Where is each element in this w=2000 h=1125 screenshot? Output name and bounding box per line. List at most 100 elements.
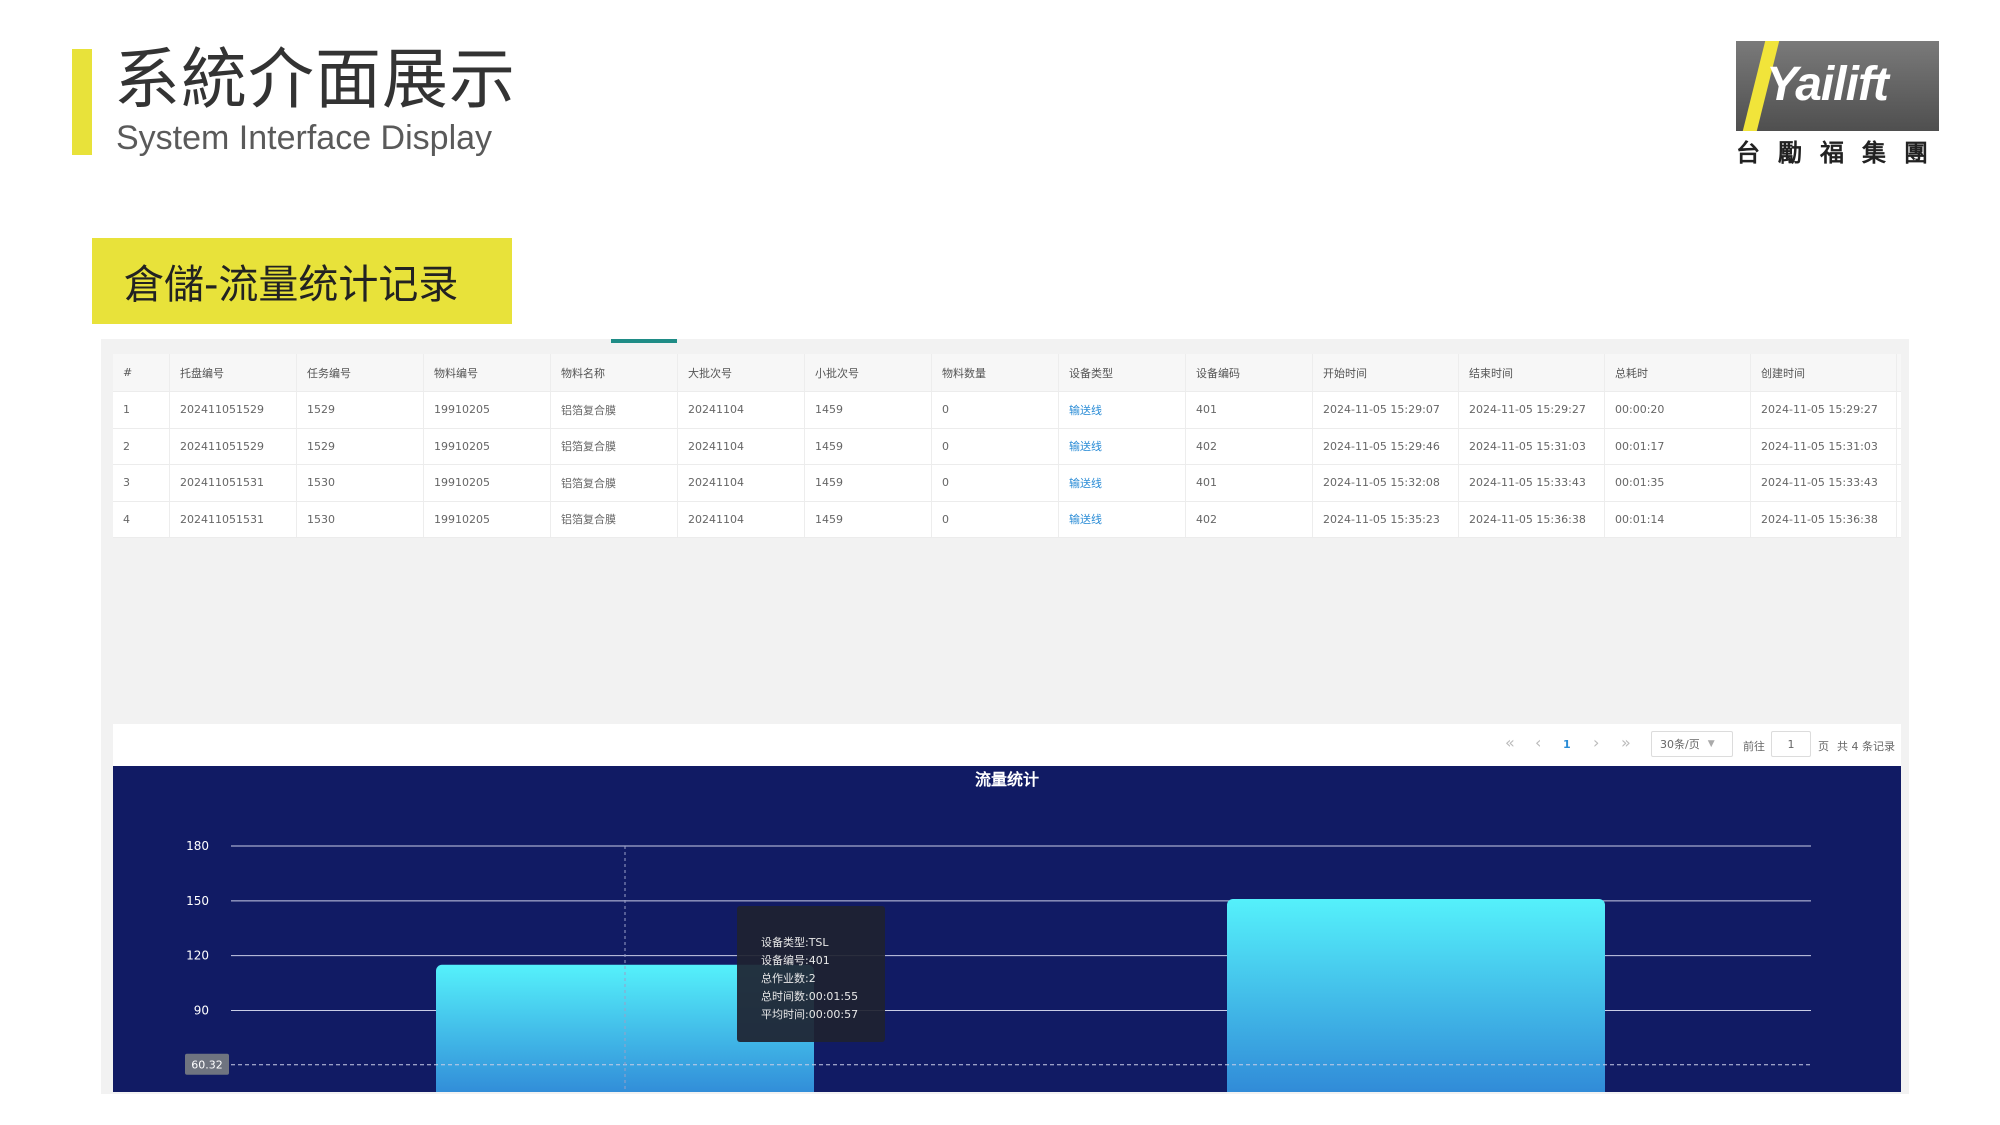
- table-cell: 19910205: [424, 465, 551, 501]
- logo-wordmark: Yailift: [1766, 58, 1889, 111]
- page-title: 系統介面展示: [114, 41, 516, 118]
- goto-label: 前往: [1743, 740, 1765, 753]
- table-cell: 19910205: [424, 392, 551, 428]
- column-header: 物料名称: [551, 354, 678, 391]
- table-cell: 2: [113, 428, 170, 464]
- table-cell: 402: [1186, 428, 1313, 464]
- table-cell: 402: [1186, 501, 1313, 537]
- column-header: 任务编号: [297, 354, 424, 391]
- y-tick-label: 180: [186, 839, 209, 853]
- goto-page-input[interactable]: 1: [1771, 731, 1811, 757]
- table-cell: 202411051531: [170, 465, 297, 501]
- table-cell: 2024-11-05 15:35:23: [1313, 501, 1459, 537]
- prev-page-button[interactable]: ‹: [1535, 733, 1541, 752]
- column-header: 设备编码: [1186, 354, 1313, 391]
- table-cell: 00:00:20: [1605, 392, 1751, 428]
- table-row[interactable]: 1 202411051529 1529 19910205 铝箔复合膜 20241104 14…: [113, 392, 1901, 429]
- table-cell: 1529: [297, 392, 424, 428]
- table-cell: 0: [932, 392, 1059, 428]
- page-unit-label: 页: [1818, 740, 1829, 753]
- table-row[interactable]: 2 202411051529 1529 19910205 铝箔复合膜 20241104 14…: [113, 428, 1901, 465]
- logo-company-name: 台勵福集團: [1736, 139, 1946, 167]
- column-header: 托盘编号: [170, 354, 297, 391]
- title-accent-bar: [72, 49, 92, 155]
- tooltip-line: 总时间数:00:01:55: [761, 990, 859, 1003]
- next-page-button[interactable]: ›: [1593, 733, 1599, 752]
- table-header-row: # 托盘编号 任务编号 物料编号 物料名称 大批次号 小批次号 物料数量 设备类型 设备编码 开始时…: [113, 354, 1901, 392]
- tooltip-line: 总作业数:2: [761, 972, 816, 985]
- table-cell: 1529: [297, 428, 424, 464]
- table-cell: 2024-11-05 15:31:03: [1751, 428, 1897, 464]
- column-header: 小批次号: [805, 354, 932, 391]
- column-header: 创建时间: [1751, 354, 1897, 391]
- table-cell: 2024-11-05 15:32:08: [1313, 465, 1459, 501]
- table-cell: 2024-11-05 15:33:43: [1459, 465, 1605, 501]
- y-tick-label: 90: [194, 1004, 209, 1018]
- tooltip-line: 设备类型:TSL: [761, 936, 829, 949]
- table-cell: 1459: [805, 501, 932, 537]
- table-cell: 202411051529: [170, 428, 297, 464]
- equipment-type-link[interactable]: 输送线: [1059, 465, 1186, 501]
- table-cell: 401: [1186, 392, 1313, 428]
- column-header: 开始时间: [1313, 354, 1459, 391]
- table-cell: 2024-11-05 15:29:46: [1313, 428, 1459, 464]
- column-header: 设备类型: [1059, 354, 1186, 391]
- chart-tooltip: 设备类型:TSL 设备编号:401 总作业数:2 总时间数:00:01:55 平均时间:…: [737, 906, 885, 1042]
- last-page-button[interactable]: »: [1621, 733, 1631, 752]
- table-cell: 20241104: [678, 501, 805, 537]
- table-cell: 2024-11-05 15:29:07: [1313, 392, 1459, 428]
- logo-badge: Yailift: [1736, 41, 1939, 131]
- table-cell: 4: [113, 501, 170, 537]
- table-cell: 0: [932, 465, 1059, 501]
- screenshot-panel: # 托盘编号 任务编号 物料编号 物料名称 大批次号 小批次号 物料数量 设备类型 设备编码 开始时…: [101, 339, 1909, 1094]
- flow-record-table: # 托盘编号 任务编号 物料编号 物料名称 大批次号 小批次号 物料数量 设备类型 设备编码 开始时…: [113, 354, 1901, 538]
- equipment-type-link[interactable]: 输送线: [1059, 428, 1186, 464]
- column-header: 结束时间: [1459, 354, 1605, 391]
- company-logo: Yailift 台勵福集團: [1736, 41, 1939, 167]
- table-row[interactable]: 3 202411051531 1530 19910205 铝箔复合膜 20241104 14…: [113, 465, 1901, 502]
- table-cell: 3: [113, 465, 170, 501]
- active-tab-indicator: [611, 339, 677, 343]
- marker-label: 60.32: [191, 1059, 223, 1072]
- table-cell: 2024-11-05 15:29:27: [1751, 392, 1897, 428]
- total-records-label: 共 4 条记录: [1837, 740, 1895, 753]
- table-cell: 2024-11-05 15:31:03: [1459, 428, 1605, 464]
- section-tag-label: 倉儲-流量统计记录: [124, 262, 459, 308]
- table-cell: 2024-11-05 15:36:38: [1459, 501, 1605, 537]
- table-cell: 铝箔复合膜: [551, 501, 678, 537]
- equipment-type-link[interactable]: 输送线: [1059, 392, 1186, 428]
- tooltip-line: 平均时间:00:00:57: [761, 1008, 859, 1021]
- tooltip-line: 设备编号:401: [761, 954, 830, 967]
- current-page-number[interactable]: 1: [1563, 738, 1571, 751]
- table-cell: 00:01:14: [1605, 501, 1751, 537]
- table-row[interactable]: 4 202411051531 1530 19910205 铝箔复合膜 20241104 14…: [113, 501, 1901, 538]
- page-size-value: 30条/页: [1660, 738, 1700, 751]
- page-size-select[interactable]: 30条/页 ▼: [1651, 731, 1733, 757]
- pagination: « ‹ 1 › » 30条/页 ▼ 前往 1 页 共 4 条记录: [113, 724, 1901, 766]
- table-cell: 202411051529: [170, 392, 297, 428]
- table-cell: 2024-11-05 15:33:43: [1751, 465, 1897, 501]
- table-cell: 铝箔复合膜: [551, 392, 678, 428]
- table-cell: 00:01:17: [1605, 428, 1751, 464]
- table-cell: 19910205: [424, 501, 551, 537]
- table-cell: 0: [932, 428, 1059, 464]
- table-cell: 20241104: [678, 428, 805, 464]
- table-cell: 0: [932, 501, 1059, 537]
- equipment-type-link[interactable]: 输送线: [1059, 501, 1186, 537]
- table-cell: 2024-11-05 15:29:27: [1459, 392, 1605, 428]
- table-cell: 1: [113, 392, 170, 428]
- table-cell: 20241104: [678, 392, 805, 428]
- y-tick-label: 120: [186, 949, 209, 963]
- table-cell: 19910205: [424, 428, 551, 464]
- column-header: 物料编号: [424, 354, 551, 391]
- table-cell: 20241104: [678, 465, 805, 501]
- table-cell: 00:01:35: [1605, 465, 1751, 501]
- flow-statistics-chart: 流量统计 90 120 150 180 60.32 设备类型:TSL 设备编号:401 总作…: [113, 766, 1901, 1092]
- table-cell: 铝箔复合膜: [551, 465, 678, 501]
- y-tick-label: 150: [186, 894, 209, 908]
- first-page-button[interactable]: «: [1505, 733, 1515, 752]
- section-tag: 倉儲-流量统计记录: [92, 238, 512, 324]
- goto-page-value: 1: [1787, 737, 1795, 751]
- column-header: 总耗时: [1605, 354, 1751, 391]
- page-subtitle: System Interface Display: [116, 119, 493, 157]
